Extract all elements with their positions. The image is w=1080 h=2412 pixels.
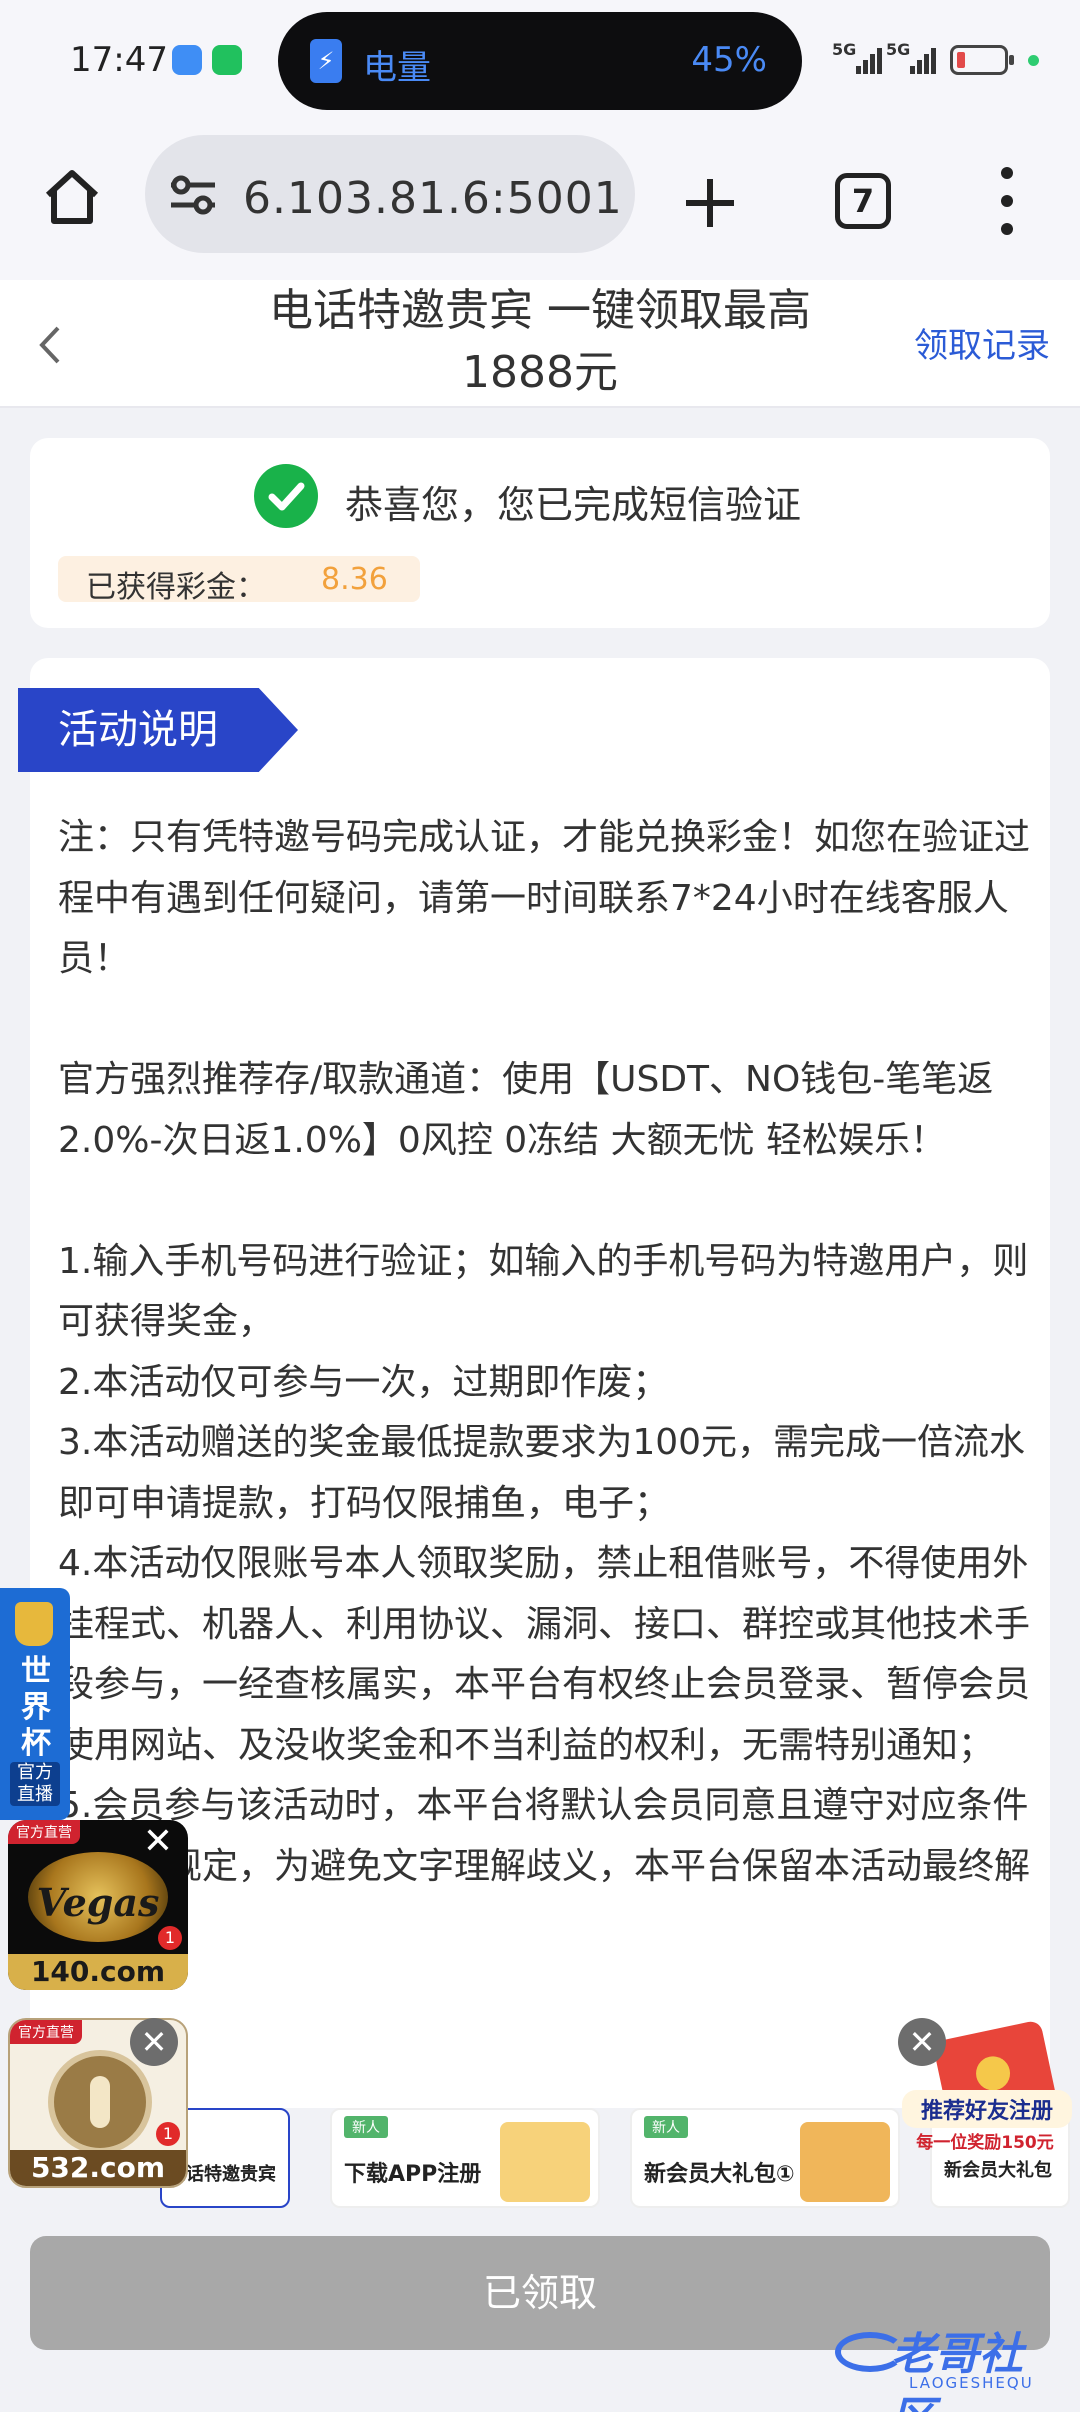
- close-icon[interactable]: ✕: [134, 1818, 182, 1866]
- world-cup-label: 世界杯: [21, 1654, 51, 1761]
- promo-card[interactable]: 新人 新会员大礼包①: [630, 2108, 900, 2208]
- battery-island-percent: 45%: [691, 40, 767, 80]
- ad-badge: 官方直营: [8, 1820, 80, 1844]
- back-chevron-icon[interactable]: [30, 320, 70, 370]
- signal-5g-label-1: 5G: [832, 40, 857, 59]
- promo-art-image: [800, 2122, 890, 2202]
- wechat-icon: [212, 45, 242, 75]
- watermark-subtext: LAOGESHEQU: [909, 2374, 1034, 2392]
- success-message: 恭喜您，您已完成短信验证: [345, 483, 802, 527]
- ad-domain: 140.com: [8, 1954, 188, 1990]
- close-icon[interactable]: ✕: [130, 2018, 178, 2066]
- claim-history-link[interactable]: 领取记录: [914, 318, 1050, 367]
- rule-item: 4.本活动仅限账号本人领取奖励，禁止租借账号，不得使用外挂程式、机器人、利用协议…: [58, 1543, 1031, 1766]
- ad-domain: 532.com: [10, 2150, 186, 2186]
- page-title: 电话特邀贵宾 一键领取最高1888元: [269, 285, 811, 398]
- trophy-icon: [15, 1602, 53, 1646]
- activity-note: 注：只有凭特邀号码完成认证，才能兑换彩金！如您在验证过程中有遇到任何疑问，请第一…: [58, 817, 1031, 979]
- ad-count-badge: 1: [158, 1926, 182, 1950]
- page-header: 电话特邀贵宾 一键领取最高1888元 领取记录: [0, 280, 1080, 408]
- more-vert-icon[interactable]: [990, 167, 1024, 235]
- promo-card[interactable]: 新人 下载APP注册: [330, 2108, 600, 2208]
- promo-tag: 新人: [344, 2116, 388, 2138]
- activity-recommend: 官方强烈推荐存/取款通道：使用【USDT、NO钱包-笔笔返2.0%-次日返1.0…: [58, 1059, 994, 1161]
- vegas-logo-text: Vegas: [36, 1880, 160, 1925]
- battery-icon: [950, 45, 1014, 75]
- promo-tag: 新人: [644, 2116, 688, 2138]
- battery-island[interactable]: ⚡ 电量 45%: [278, 12, 802, 110]
- promo-title: 新会员大礼包①: [644, 2162, 795, 2187]
- ad-532-logo-icon: [48, 2050, 152, 2154]
- referral-subtitle: 每一位奖励150元: [916, 2133, 1054, 2153]
- activity-body: 注：只有凭特邀号码完成认证，才能兑换彩金！如您在验证过程中有遇到任何疑问，请第一…: [58, 808, 1048, 1958]
- home-icon[interactable]: [40, 165, 104, 229]
- referral-title: 推荐好友注册: [902, 2090, 1072, 2128]
- bonus-label: 已获得彩金：: [86, 570, 266, 605]
- url-field[interactable]: 6.103.81.6:5001: [145, 135, 635, 253]
- verification-success-card: 恭喜您，您已完成短信验证 已获得彩金： 8.36: [30, 438, 1050, 628]
- watermark-text: 老哥社区: [891, 2329, 1023, 2412]
- battery-island-label: 电量: [363, 48, 431, 88]
- ad-badge: 官方直营: [10, 2020, 82, 2044]
- browser-toolbar: 6.103.81.6:5001 7: [0, 125, 1080, 280]
- watermark-logo: 老哥社区 LAOGESHEQU: [835, 2318, 1065, 2412]
- bonus-value: 8.36: [321, 562, 388, 597]
- battery-bolt-icon: ⚡: [310, 39, 342, 83]
- site-settings-icon[interactable]: [167, 173, 219, 217]
- promo-title: 下载APP注册: [344, 2162, 482, 2187]
- rule-item: 3.本活动赠送的奖金最低提款要求为100元，需完成一倍流水即可申请提款，打码仅限…: [58, 1422, 1026, 1524]
- check-circle-icon: [254, 464, 318, 528]
- rule-item: 2.本活动仅可参与一次，过期即作废；: [58, 1361, 669, 1403]
- bonus-chip: 已获得彩金： 8.36: [58, 556, 420, 605]
- tabs-button[interactable]: 7: [835, 173, 891, 229]
- rule-item: 5.会员参与该活动时，本平台将默认会员同意且遵守对应条件等相关规定，为避免文字理…: [58, 1785, 1031, 1947]
- world-cup-ad-tab[interactable]: 世界杯 官方直播: [0, 1588, 70, 1820]
- message-app-icon: [172, 45, 202, 75]
- close-icon[interactable]: ✕: [898, 2018, 946, 2066]
- privacy-dot-icon: [1028, 55, 1039, 66]
- plus-icon[interactable]: [680, 173, 740, 233]
- status-time: 17:47: [70, 40, 168, 80]
- status-bar: 17:47 ⚡ 电量 45% 5G 5G: [0, 0, 1080, 125]
- activity-tag: 活动说明: [18, 688, 298, 772]
- signal-5g-label-2: 5G: [886, 40, 911, 59]
- ad-count-badge: 1: [156, 2122, 180, 2146]
- world-cup-live-label: 官方直播: [10, 1762, 60, 1806]
- promo-art-image: [500, 2122, 590, 2202]
- url-text: 6.103.81.6:5001: [243, 173, 623, 224]
- rule-item: 1.输入手机号码进行验证；如输入的手机号码为特邀用户，则可获得奖金，: [58, 1240, 1029, 1343]
